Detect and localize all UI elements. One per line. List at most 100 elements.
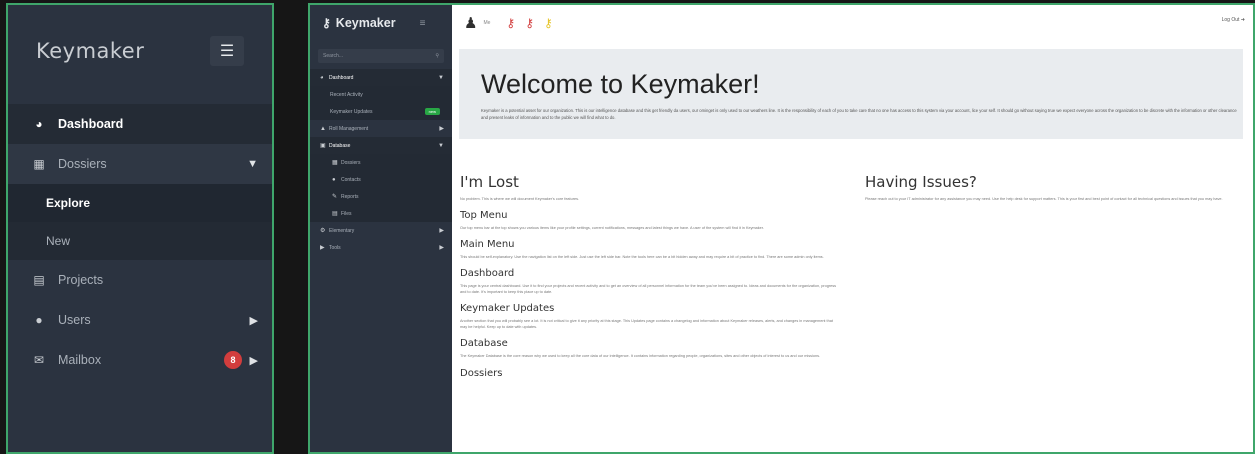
grid-icon: ▦ bbox=[332, 160, 338, 166]
chevron-down-icon: ▼ bbox=[438, 74, 444, 81]
sidebar-item-label: Dossiers bbox=[58, 157, 107, 171]
welcome-text: Keymaker is a potential asset for our or… bbox=[481, 108, 1237, 120]
sidebar-item-mailbox[interactable]: ✉ Mailbox 8 ▶ bbox=[8, 340, 272, 380]
sidebar-item-label: Users bbox=[58, 313, 91, 327]
sidebar-item-projects[interactable]: ▤ Projects bbox=[8, 260, 272, 300]
chevron-right-icon: ▶ bbox=[439, 126, 444, 132]
sidebar-item-label: Explore bbox=[46, 196, 91, 210]
app-brand: ⚷ Keymaker ≡ bbox=[310, 5, 452, 41]
sidebar-item-label: Reports bbox=[341, 193, 359, 200]
user-avatar-icon[interactable]: ♟ bbox=[464, 14, 477, 32]
app-sidebar-item-contacts[interactable]: ● Contacts bbox=[310, 171, 452, 188]
sidebar-item-label: Dossiers bbox=[341, 159, 361, 166]
chevron-right-icon: ▶ bbox=[439, 245, 444, 251]
envelope-icon: ✉ bbox=[33, 353, 45, 367]
chevron-down-icon: ▼ bbox=[247, 158, 258, 170]
main-menu-text: This should be self-explanatory. Use the… bbox=[460, 255, 824, 260]
sidebar-item-label: Mailbox bbox=[58, 353, 102, 367]
brand-logo[interactable]: Keymaker bbox=[36, 39, 144, 63]
top-menu-heading: Top Menu bbox=[460, 210, 508, 222]
lost-intro: No problem. This is where we will docume… bbox=[460, 197, 580, 201]
mailbox-count-badge: 8 bbox=[224, 351, 242, 369]
app-main: ♟ Me ⚷ ⚷ ⚷ Log Out ➜ Welcome to Keymaker… bbox=[452, 5, 1253, 452]
app-sidebar-item-recent-activity[interactable]: Recent Activity bbox=[310, 86, 452, 103]
user-label[interactable]: Me bbox=[483, 20, 490, 26]
sidebar-item-dossiers[interactable]: ▦ Dossiers ▼ bbox=[8, 144, 272, 184]
sidebar-item-label: Contacts bbox=[341, 176, 361, 183]
sidebar-nav: ◕ Dashboard ▦ Dossiers ▼ Explore New ▤ P… bbox=[8, 104, 272, 380]
page-title: Welcome to Keymaker! bbox=[481, 69, 760, 99]
hamburger-icon[interactable]: ≡ bbox=[420, 18, 426, 29]
tools-icon: ▶ bbox=[320, 245, 325, 251]
contacts-icon: ● bbox=[332, 176, 336, 183]
notification-icon[interactable]: ⚷ bbox=[544, 16, 553, 30]
sidebar-item-label: Tools bbox=[329, 244, 341, 251]
top-menu-text: Our top menu bar at the top shows you va… bbox=[460, 226, 764, 231]
app-brand-label[interactable]: Keymaker bbox=[336, 16, 396, 30]
sidebar-brand: Keymaker ☰ bbox=[8, 5, 272, 97]
sidebar-item-label: Recent Activity bbox=[330, 91, 363, 98]
app-sidebar-item-database[interactable]: ▣ Database ▼ bbox=[310, 137, 452, 154]
users-icon: ● bbox=[35, 313, 43, 327]
sidebar-item-label: Keymaker Updates bbox=[330, 108, 373, 115]
speedometer-icon: ◕ bbox=[35, 117, 43, 131]
dashboard-text: This page is your central dashboard. Use… bbox=[460, 284, 836, 295]
sidebar-item-dashboard[interactable]: ◕ Dashboard bbox=[8, 104, 272, 144]
logout-link[interactable]: Log Out ➜ bbox=[1222, 17, 1245, 23]
database-text: The Keymaker Database is the core reason… bbox=[460, 354, 821, 359]
gear-icon: ⚙ bbox=[320, 228, 326, 234]
app-sidebar-item-elementary[interactable]: ⚙ Elementary ▶ bbox=[310, 222, 452, 239]
top-navbar: ♟ Me ⚷ ⚷ ⚷ Log Out ➜ bbox=[452, 5, 1253, 41]
database-heading: Database bbox=[460, 338, 508, 350]
message-icon[interactable]: ⚷ bbox=[525, 16, 534, 30]
sidebar-search-input[interactable]: Search... ⚲ bbox=[318, 49, 444, 63]
issues-section: Having Issues? Please reach out to your … bbox=[865, 173, 1245, 202]
app-sidebar-item-keymaker-updates[interactable]: Keymaker Updates new bbox=[310, 103, 452, 120]
sidebar-item-users[interactable]: ● Users ▶ bbox=[8, 300, 272, 340]
app-sidebar-item-roll-management[interactable]: ▲ Roll Management ▶ bbox=[310, 120, 452, 137]
sidebar-item-label: Elementary bbox=[329, 227, 355, 234]
key-icon: ⚷ bbox=[322, 16, 331, 30]
sidebar-item-label: Projects bbox=[58, 273, 104, 287]
lost-heading: I'm Lost bbox=[460, 173, 519, 191]
dossiers-heading: Dossiers bbox=[460, 367, 503, 379]
screenshot-stage: Keymaker ☰ ◕ Dashboard ▦ Dossiers ▼ Expl… bbox=[0, 0, 1255, 454]
sidebar-item-label: New bbox=[46, 234, 71, 248]
sidebar-item-label: Dashboard bbox=[329, 74, 354, 81]
dashboard-heading: Dashboard bbox=[460, 268, 515, 280]
sidebar-item-label: Dashboard bbox=[58, 117, 124, 131]
welcome-jumbotron: Welcome to Keymaker! Keymaker is a poten… bbox=[459, 49, 1243, 139]
app-sidebar-item-tools[interactable]: ▶ Tools ▶ bbox=[310, 239, 452, 256]
app-sidebar-item-reports[interactable]: ✎ Reports bbox=[310, 188, 452, 205]
zoomed-sidebar: Keymaker ☰ ◕ Dashboard ▦ Dossiers ▼ Expl… bbox=[6, 3, 274, 454]
app-sidebar-item-files[interactable]: ▤ Files bbox=[310, 205, 452, 222]
chevron-right-icon: ▶ bbox=[439, 228, 444, 234]
app-sidebar: ⚷ Keymaker ≡ Search... ⚲ ◕ Dashboard ▼ R… bbox=[310, 5, 452, 452]
sidebar-item-label: Database bbox=[329, 142, 351, 149]
hamburger-icon[interactable]: ☰ bbox=[210, 36, 244, 66]
sidebar-subitem-new[interactable]: New bbox=[8, 222, 272, 260]
chart-icon: ▲ bbox=[320, 125, 326, 132]
main-menu-heading: Main Menu bbox=[460, 239, 515, 251]
search-icon: ⚲ bbox=[435, 53, 439, 59]
sidebar-item-label: Roll Management bbox=[329, 125, 369, 132]
chevron-right-icon: ▶ bbox=[249, 314, 258, 327]
keymaker-updates-heading: Keymaker Updates bbox=[460, 303, 555, 315]
issues-text: Please reach out to your IT administrato… bbox=[865, 197, 1223, 201]
database-icon: ▣ bbox=[320, 143, 326, 149]
issues-heading: Having Issues? bbox=[865, 173, 977, 191]
keymaker-updates-text: Another section that you will probably s… bbox=[460, 319, 833, 330]
lost-section: I'm Lost No problem. This is where we wi… bbox=[460, 173, 836, 383]
chevron-down-icon: ▼ bbox=[438, 142, 444, 149]
speedometer-icon: ◕ bbox=[320, 74, 324, 81]
alert-icon[interactable]: ⚷ bbox=[506, 16, 515, 30]
chevron-right-icon: ▶ bbox=[249, 354, 258, 367]
reports-icon: ✎ bbox=[332, 194, 338, 200]
sidebar-item-label: Files bbox=[341, 210, 352, 217]
app-sidebar-item-dossiers[interactable]: ▦ Dossiers bbox=[310, 154, 452, 171]
search-placeholder: Search... bbox=[323, 53, 344, 59]
app-window: ⚷ Keymaker ≡ Search... ⚲ ◕ Dashboard ▼ R… bbox=[308, 3, 1255, 454]
file-icon: ▤ bbox=[33, 273, 45, 287]
app-sidebar-item-dashboard[interactable]: ◕ Dashboard ▼ bbox=[310, 69, 452, 86]
sidebar-subitem-explore[interactable]: Explore bbox=[8, 184, 272, 222]
